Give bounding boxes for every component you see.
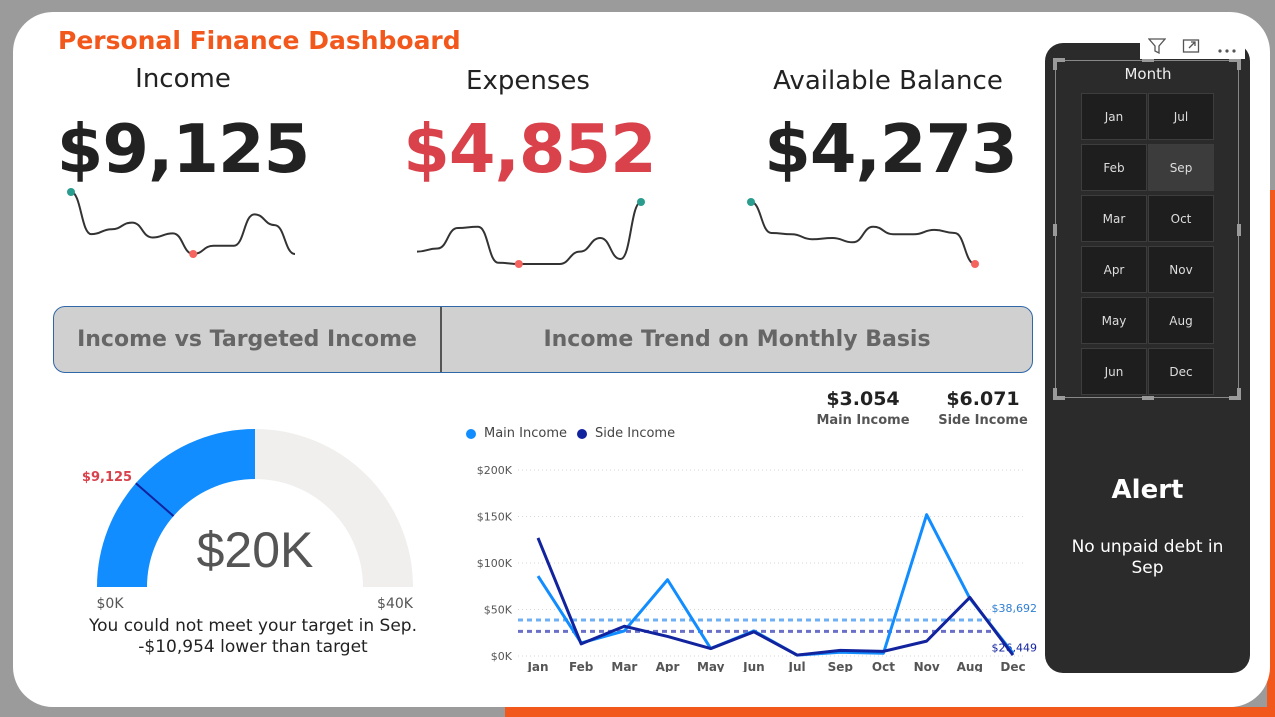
alert-message: No unpaid debt in Sep [1071, 537, 1224, 578]
main-income-stat: $3.054 Main Income [813, 388, 913, 428]
resize-handle[interactable] [1053, 388, 1057, 400]
month-slicer-title: Month [1124, 65, 1172, 83]
orange-accent-strip-bottom [505, 707, 1275, 717]
target-message: You could not meet your target in Sep. -… [53, 616, 453, 658]
income-target-gauge: $20K $0K $40K $9,125 [83, 429, 414, 612]
main-income-value: $3.054 [826, 388, 900, 410]
side-income-stat: $6.071 Side Income [933, 388, 1033, 428]
gauge-actual-label: $9,125 [83, 470, 132, 485]
sparkline-low-point [971, 260, 979, 268]
target-message-line1: You could not meet your target in Sep. [88, 616, 417, 636]
chart-legend: Main Income Side Income [466, 426, 675, 441]
resize-handle[interactable] [1053, 58, 1057, 70]
section-tab-bar: Income vs Targeted Income Income Trend o… [53, 306, 1033, 373]
tab-income-vs-target[interactable]: Income vs Targeted Income [54, 307, 442, 372]
sparkline-path [750, 201, 976, 265]
expenses-sparkline [416, 198, 645, 268]
balance-kpi-value: $4,273 [764, 110, 1018, 188]
sparkline-low-point [189, 250, 198, 258]
side-income-value: $6.071 [946, 388, 1020, 410]
income-sparkline [67, 188, 296, 258]
month-button-oct[interactable]: Oct [1148, 195, 1214, 242]
legend-side-income-label[interactable]: Side Income [595, 426, 675, 441]
resize-handle[interactable] [1237, 58, 1241, 70]
resize-handle[interactable] [1053, 224, 1057, 236]
side-income-label: Side Income [938, 413, 1028, 428]
sparkline-high-point [67, 188, 75, 196]
month-button-nov[interactable]: Nov [1148, 246, 1214, 293]
legend-main-income-label[interactable]: Main Income [484, 426, 567, 441]
y-tick-label: $0K [491, 650, 513, 663]
month-button-dec[interactable]: Dec [1148, 348, 1214, 395]
y-tick-label: $150K [477, 511, 513, 524]
resize-handle[interactable] [1237, 224, 1241, 236]
sparkline-path [70, 191, 296, 256]
reference-line-label: $38,692 [992, 602, 1038, 615]
balance-sparkline [747, 198, 979, 268]
gauge-min-label: $0K [97, 596, 125, 612]
legend-side-income-dot [577, 428, 588, 439]
alert-title: Alert [1111, 475, 1184, 505]
reference-line-label: $26,449 [992, 641, 1038, 654]
month-button-aug[interactable]: Aug [1148, 297, 1214, 344]
expand-icon[interactable] [1182, 38, 1200, 58]
x-tick-label: Jan [526, 660, 548, 672]
month-slicer: Month Jan Jul Feb Sep Mar Oct Apr Nov May Aug Jun D… [1053, 58, 1241, 400]
more-options-icon[interactable] [1217, 39, 1237, 58]
month-button-jul[interactable]: Jul [1148, 93, 1214, 140]
visual-header-toolbar [1140, 37, 1245, 59]
tab-income-trend[interactable]: Income Trend on Monthly Basis [442, 307, 1032, 372]
filter-icon[interactable] [1147, 38, 1167, 58]
dashboard-canvas: Personal Finance Dashboard Income $9,125… [13, 12, 1270, 707]
income-kpi-label: Income [135, 64, 231, 94]
x-tick-label: Feb [569, 660, 594, 672]
expenses-kpi-label: Expenses [466, 66, 590, 96]
month-button-apr[interactable]: Apr [1081, 246, 1147, 293]
y-tick-label: $200K [477, 464, 513, 477]
sparkline-high-point [747, 198, 755, 206]
month-button-grid: Jan Jul Feb Sep Mar Oct Apr Nov May Aug Jun Dec [1081, 93, 1214, 395]
expenses-kpi-value: $4,852 [403, 110, 657, 188]
sparkline-path [416, 201, 642, 265]
y-tick-label: $50K [484, 604, 513, 617]
x-tick-label: May [697, 660, 725, 672]
x-tick-label: Mar [611, 660, 637, 672]
income-trend-line-chart[interactable]: $0K $50K $100K $150K $200K Jan Feb Mar Apr May Jun… [458, 452, 1038, 672]
month-button-jun[interactable]: Jun [1081, 348, 1147, 395]
gauge-max-label: $40K [377, 596, 414, 612]
target-message-line2: -$10,954 lower than target [138, 637, 368, 657]
x-tick-label: Apr [656, 660, 680, 672]
legend-main-income-dot [466, 428, 476, 439]
sparkline-low-point [514, 260, 523, 268]
x-tick-label: Nov [914, 660, 940, 672]
month-button-feb[interactable]: Feb [1081, 144, 1147, 191]
balance-kpi-label: Available Balance [773, 66, 1003, 96]
x-tick-label: Oct [872, 660, 895, 672]
resize-handle[interactable] [1142, 396, 1154, 400]
x-tick-label: Jul [788, 660, 806, 672]
x-tick-label: Dec [1000, 660, 1025, 672]
dashboard-title: Personal Finance Dashboard [58, 26, 461, 55]
month-button-sep[interactable]: Sep [1148, 144, 1214, 191]
month-button-mar[interactable]: Mar [1081, 195, 1147, 242]
income-kpi-value: $9,125 [56, 110, 311, 188]
main-income-label: Main Income [816, 413, 910, 428]
month-button-jan[interactable]: Jan [1081, 93, 1147, 140]
y-tick-label: $100K [477, 557, 513, 570]
month-button-may[interactable]: May [1081, 297, 1147, 344]
side-income-line[interactable] [536, 537, 1015, 657]
x-tick-label: Sep [828, 660, 854, 672]
sparkline-high-point [637, 198, 645, 206]
gauge-center-value: $20K [197, 522, 314, 578]
x-tick-label: Aug [957, 660, 983, 672]
resize-handle[interactable] [1237, 388, 1241, 400]
x-tick-label: Jun [742, 660, 765, 672]
slicer-panel: Month Jan Jul Feb Sep Mar Oct Apr Nov May Aug Jun D… [1045, 43, 1250, 673]
